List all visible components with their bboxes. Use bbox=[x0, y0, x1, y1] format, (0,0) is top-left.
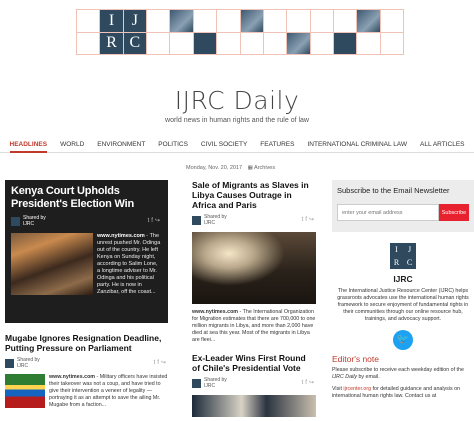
avatar bbox=[5, 358, 14, 368]
site-title[interactable]: IJRC Daily bbox=[0, 86, 474, 115]
forward-share-icon[interactable]: ↪ bbox=[161, 360, 168, 366]
dateline: Monday, Nov. 20, 2017 ▦ Archives bbox=[186, 165, 275, 171]
nav-item-politics[interactable]: POLITICS bbox=[158, 139, 188, 153]
avatar bbox=[192, 378, 201, 388]
logo-letter: R bbox=[100, 32, 123, 54]
editors-note-text: Visit ijrcenter.org for detailed guidanc… bbox=[332, 386, 461, 399]
nav-item-international-criminal-law[interactable]: INTERNATIONAL CRIMINAL LAW bbox=[307, 139, 407, 153]
shared-by: Shared by IJRC tf↪ bbox=[192, 377, 316, 389]
left-column: Kenya Court Upholds President's Election… bbox=[5, 180, 168, 409]
editors-note-text: Please subscribe to receive each weekday… bbox=[332, 367, 464, 380]
shared-by: Shared by IJRC tf↪ bbox=[11, 215, 162, 227]
story-excerpt: www.nytimes.com - Military officers have… bbox=[49, 374, 168, 408]
story-card[interactable]: Ex-Leader Wins First Round of Chile's Pr… bbox=[192, 353, 316, 417]
story-title[interactable]: Sale of Migrants as Slaves in Libya Caus… bbox=[192, 180, 316, 210]
forward-share-icon[interactable]: ↪ bbox=[309, 217, 316, 223]
nav-item-features[interactable]: FEATURES bbox=[260, 139, 294, 153]
ijrc-logo[interactable]: IJ RC bbox=[390, 243, 416, 269]
forward-share-icon[interactable]: ↪ bbox=[155, 218, 162, 224]
logo-photo-tile bbox=[240, 10, 263, 32]
nav-item-civil-society[interactable]: CIVIL SOCIETY bbox=[201, 139, 247, 153]
logo-letter: J bbox=[123, 10, 147, 32]
current-date: Monday, Nov. 20, 2017 bbox=[186, 165, 243, 171]
story-title[interactable]: Mugabe Ignores Resignation Deadline, Put… bbox=[5, 333, 168, 353]
featured-story-excerpt: www.nytimes.com - The unrest pushed Mr. … bbox=[97, 233, 161, 295]
subscribe-button[interactable]: Subscribe bbox=[439, 204, 469, 221]
logo-photo-tile bbox=[193, 32, 217, 54]
logo-photo-tile bbox=[333, 32, 357, 54]
middle-column: Sale of Migrants as Slaves in Libya Caus… bbox=[192, 180, 316, 417]
site-logo-grid[interactable]: I J R C bbox=[76, 9, 404, 55]
avatar bbox=[11, 216, 20, 226]
nav-item-all-articles[interactable]: ALL ARTICLES bbox=[420, 139, 464, 153]
logo-letter: I bbox=[100, 10, 123, 32]
editors-note-title: Editor's note bbox=[332, 354, 379, 364]
nav-item-world[interactable]: WORLD bbox=[60, 139, 84, 153]
logo-letter: C bbox=[123, 32, 147, 54]
logo-photo-tile bbox=[287, 32, 310, 54]
shared-by: Shared by IJRC tf↪ bbox=[5, 357, 168, 369]
forward-share-icon[interactable]: ↪ bbox=[309, 380, 316, 386]
org-name: IJRC bbox=[393, 274, 413, 284]
newsletter-signup: Subscribe to the Email Newsletter Subscr… bbox=[332, 180, 474, 232]
story-image[interactable] bbox=[192, 232, 316, 304]
site-tagline: world news in human rights and the rule … bbox=[165, 117, 309, 124]
story-image[interactable] bbox=[5, 374, 45, 408]
email-input[interactable] bbox=[337, 204, 439, 221]
nav-item-environment[interactable]: ENVIRONMENT bbox=[97, 139, 145, 153]
main-nav: HEADLINES WORLD ENVIRONMENT POLITICS CIV… bbox=[0, 139, 474, 153]
logo-photo-tile bbox=[357, 10, 380, 32]
story-card[interactable]: Sale of Migrants as Slaves in Libya Caus… bbox=[192, 180, 316, 344]
story-card[interactable]: Mugabe Ignores Resignation Deadline, Put… bbox=[5, 333, 168, 409]
shared-by: Shared by IJRC tf↪ bbox=[192, 214, 316, 226]
featured-story-image[interactable] bbox=[11, 233, 93, 295]
avatar bbox=[192, 215, 201, 225]
sidebar: Subscribe to the Email Newsletter Subscr… bbox=[332, 180, 474, 400]
logo-photo-tile bbox=[170, 10, 193, 32]
story-excerpt: www.nytimes.com - The International Orga… bbox=[192, 309, 316, 343]
featured-story-title[interactable]: Kenya Court Upholds President's Election… bbox=[11, 185, 162, 211]
archives-link[interactable]: Archives bbox=[254, 165, 275, 171]
story-image[interactable] bbox=[192, 395, 316, 417]
newsletter-title: Subscribe to the Email Newsletter bbox=[337, 186, 450, 195]
nav-item-headlines[interactable]: HEADLINES bbox=[9, 139, 48, 153]
story-title[interactable]: Ex-Leader Wins First Round of Chile's Pr… bbox=[192, 353, 316, 373]
org-description: The International Justice Resource Cente… bbox=[337, 288, 469, 322]
featured-story[interactable]: Kenya Court Upholds President's Election… bbox=[5, 180, 168, 323]
twitter-icon[interactable]: 🐦 bbox=[393, 330, 413, 350]
ijrcenter-link[interactable]: ijrcenter.org bbox=[343, 386, 371, 392]
calendar-icon[interactable]: ▦ bbox=[248, 165, 253, 171]
